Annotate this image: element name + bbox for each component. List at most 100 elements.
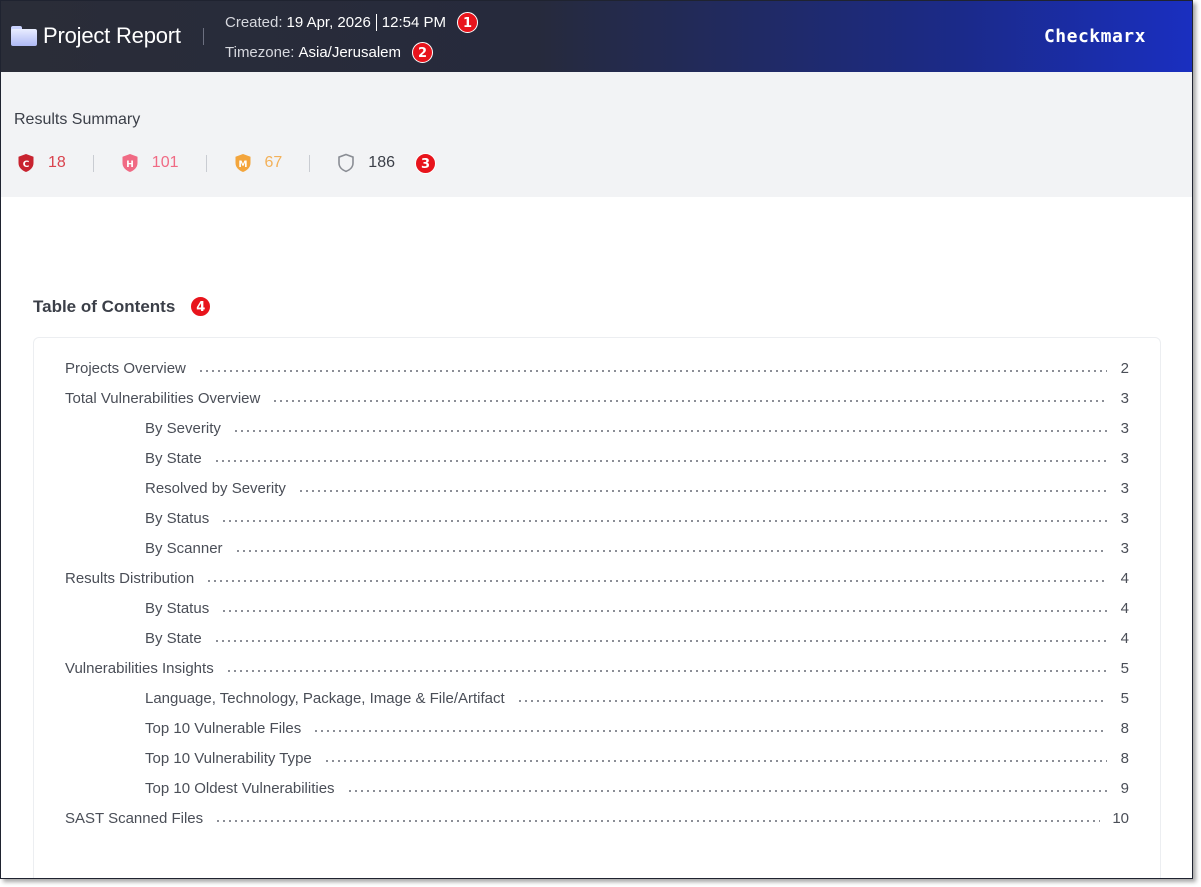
high-count: 101 [151, 154, 179, 171]
toc-entry-label: Projects Overview [65, 359, 186, 377]
toc-entry-label: By Severity [145, 419, 221, 437]
toc-entry-label: Total Vulnerabilities Overview [65, 389, 261, 407]
toc-entry[interactable]: Top 10 Oldest Vulnerabilities 9 [65, 773, 1129, 803]
toc-dot-leader [197, 370, 1107, 372]
toc-entry-label: Top 10 Vulnerable Files [145, 719, 302, 737]
toc-entry[interactable]: By State 3 [65, 443, 1129, 473]
folder-icon [11, 26, 37, 46]
medium-shield-icon: M [235, 154, 250, 172]
timezone-label: Timezone: [225, 44, 295, 61]
severity-divider [92, 154, 94, 172]
shield-outline-icon [338, 153, 355, 173]
toc-dot-leader [297, 490, 1107, 492]
critical-count: 18 [48, 154, 66, 171]
toc-entry[interactable]: Projects Overview 2 [65, 353, 1129, 383]
created-time: 12:54 PM [381, 14, 447, 31]
toc-dot-leader [323, 760, 1107, 762]
toc-entry[interactable]: By Severity 3 [65, 413, 1129, 443]
toc-entry-label: By Status [145, 599, 210, 617]
toc-title-text: Table of Contents [33, 296, 176, 316]
toc-entry-page: 8 [1120, 749, 1129, 767]
toc-entry[interactable]: By State 4 [65, 623, 1129, 653]
annotation-badge-1: 1 [457, 12, 479, 33]
checkmarx-logo: Checkmarx [1043, 26, 1146, 47]
created-label: Created: [225, 14, 283, 31]
toc-entry-page: 3 [1120, 479, 1129, 497]
severity-total: 186 [337, 153, 395, 173]
severity-divider [205, 154, 207, 172]
toc-entry-page: 4 [1120, 569, 1129, 587]
created-info: Created: 19 Apr, 2026 12:54 PM 1 [225, 12, 479, 33]
toc-dot-leader [206, 580, 1107, 582]
timezone-value: Asia/Jerusalem [298, 44, 402, 61]
critical-letter: C [23, 160, 30, 170]
medium-count: 67 [264, 154, 283, 171]
critical-shield-icon: C [18, 154, 34, 172]
toc-entry-page: 4 [1120, 629, 1129, 647]
toc-entry[interactable]: Results Distribution 4 [65, 563, 1129, 593]
toc-entry-label: By State [145, 449, 202, 467]
annotation-badge-2: 2 [412, 42, 434, 63]
results-summary: Results Summary C 18 H 101 M 67 186 3 [1, 72, 1192, 197]
toc-entry[interactable]: By Scanner 3 [65, 533, 1129, 563]
toc-entry-page: 5 [1120, 659, 1129, 677]
severity-critical: C 18 [17, 153, 66, 173]
toc-entry[interactable]: By Status 3 [65, 503, 1129, 533]
toc-entry-page: 9 [1120, 779, 1129, 797]
toc-entry-label: SAST Scanned Files [65, 809, 204, 827]
toc-entry-page: 3 [1120, 389, 1129, 407]
severity-high: H 101 [121, 153, 179, 173]
toc-dot-leader [213, 640, 1107, 642]
toc-entry[interactable]: Top 10 Vulnerable Files 8 [65, 713, 1129, 743]
toc-entry-label: Top 10 Vulnerability Type [145, 749, 312, 767]
toc-entry-label: By Status [145, 509, 210, 527]
toc-entry[interactable]: Total Vulnerabilities Overview 3 [65, 383, 1129, 413]
annotation-badge-4: 4 [190, 296, 212, 317]
toc-entry-page: 3 [1120, 419, 1129, 437]
high-shield-icon: H [122, 154, 138, 172]
toc-dot-leader [221, 520, 1107, 522]
toc-entry-label: By Scanner [145, 539, 223, 557]
toc-dot-leader [232, 430, 1107, 432]
report-header: Project Report Created: 19 Apr, 2026 12:… [1, 1, 1192, 72]
toc-dot-leader [346, 790, 1107, 792]
header-divider [203, 28, 204, 45]
timezone-info: Timezone: Asia/Jerusalem 2 [225, 42, 434, 63]
toc-container: Projects Overview 2 Total Vulnerabilities … [33, 337, 1161, 878]
toc-entry-label: Top 10 Oldest Vulnerabilities [145, 779, 335, 797]
toc-entry[interactable]: Vulnerabilities Insights 5 [65, 653, 1129, 683]
toc-dot-leader [215, 820, 1101, 822]
toc-entry-label: Resolved by Severity [145, 479, 286, 497]
created-divider [375, 14, 377, 31]
toc-entry-page: 2 [1120, 359, 1129, 377]
toc-dot-leader [272, 400, 1107, 402]
report-brand: Project Report [11, 21, 181, 51]
report-frame: Project Report Created: 19 Apr, 2026 12:… [0, 0, 1193, 879]
medium-letter: M [238, 160, 247, 170]
toc-entry-page: 10 [1112, 809, 1129, 827]
toc-entry-page: 3 [1120, 539, 1129, 557]
toc-dot-leader [234, 550, 1107, 552]
high-letter: H [126, 160, 134, 170]
toc-entry-label: Language, Technology, Package, Image & F… [145, 689, 505, 707]
severity-divider [309, 154, 311, 172]
toc-dot-leader [225, 670, 1107, 672]
toc-entry[interactable]: SAST Scanned Files 10 [65, 803, 1129, 833]
toc-dot-leader [221, 610, 1107, 612]
toc-entry[interactable]: By Status 4 [65, 593, 1129, 623]
toc-entry[interactable]: Language, Technology, Package, Image & F… [65, 683, 1129, 713]
toc-entry-page: 4 [1120, 599, 1129, 617]
toc-entry-page: 3 [1120, 449, 1129, 467]
toc-title: Table of Contents 4 [33, 296, 212, 317]
severity-medium: M 67 [234, 153, 283, 173]
toc-entry[interactable]: Resolved by Severity 3 [65, 473, 1129, 503]
toc-entry[interactable]: Top 10 Vulnerability Type 8 [65, 743, 1129, 773]
results-summary-title: Results Summary [14, 111, 141, 128]
toc-list: Projects Overview 2 Total Vulnerabilities … [65, 353, 1129, 833]
toc-dot-leader [516, 700, 1107, 702]
report-title: Project Report [43, 23, 181, 48]
toc-dot-leader [313, 730, 1107, 732]
total-count: 186 [368, 154, 395, 171]
toc-entry-page: 3 [1120, 509, 1129, 527]
annotation-badge-3: 3 [415, 152, 436, 174]
